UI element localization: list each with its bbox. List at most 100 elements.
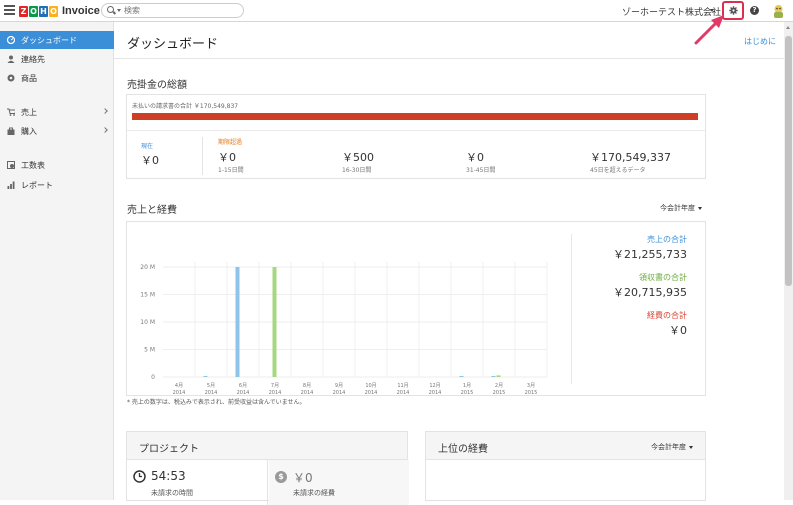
- bucket-1-15-value[interactable]: ￥0: [218, 149, 236, 165]
- top-bar: Z O H O Invoice ゾーホーテスト株式会社 ?: [0, 0, 793, 45]
- dashboard-icon: [7, 36, 15, 44]
- x-tick-label: 5月: [207, 383, 215, 389]
- unbilled-hours-label: 未請求の時間: [151, 489, 193, 497]
- scrollbar-thumb[interactable]: [785, 36, 792, 286]
- chevron-right-icon: [102, 108, 108, 114]
- receivables-bar[interactable]: [132, 113, 698, 120]
- person-icon: [7, 55, 15, 63]
- item-icon: [7, 74, 15, 82]
- unbilled-expenses[interactable]: $ ￥0 未請求の経費: [269, 460, 409, 505]
- bucket-16-30-value[interactable]: ￥500: [342, 149, 374, 165]
- sidebar-item-items[interactable]: 商品: [0, 69, 114, 87]
- receivables-title: 売掛金の総額: [127, 80, 187, 91]
- report-icon: [7, 181, 15, 189]
- x-tick-label: 2月: [495, 383, 503, 389]
- x-tick-label: 2014: [205, 390, 218, 396]
- search-scope-dropdown[interactable]: [117, 9, 121, 12]
- menu-icon[interactable]: [4, 5, 15, 15]
- product-name: Invoice: [62, 5, 100, 17]
- x-tick-label: 2014: [397, 390, 410, 396]
- sales-total-value: ￥21,255,733: [613, 248, 687, 261]
- scroll-up-icon[interactable]: [786, 26, 790, 29]
- logo-letter: O: [29, 5, 38, 17]
- period-label: 今会計年度: [660, 204, 695, 212]
- zoho-invoice-logo[interactable]: Z O H O Invoice: [19, 4, 100, 18]
- logo-letter: H: [39, 5, 48, 17]
- page-scrollbar[interactable]: [784, 22, 793, 500]
- chevron-down-icon: [698, 206, 702, 210]
- y-tick-label: 10 M: [140, 319, 155, 326]
- x-tick-label: 2014: [365, 390, 378, 396]
- sales-expenses-card: 05 M 10 M 15 M 20 M 4月 2014 5月 2014 6月 2014 7月 2014…: [126, 221, 706, 396]
- x-tick-label: 2015: [461, 390, 474, 396]
- top-expenses-period-dropdown[interactable]: 今会計年度: [651, 442, 693, 452]
- bar: [496, 375, 501, 377]
- sidebar: ダッシュボード 連絡先 商品 売上 購入 工数表 レポート: [0, 22, 114, 500]
- sidebar-item-label: ダッシュボード: [21, 35, 77, 45]
- projects-title: プロジェクト: [139, 444, 199, 455]
- sidebar-item-label: レポート: [21, 180, 53, 190]
- search-box[interactable]: [101, 3, 244, 18]
- logo-letter: O: [49, 5, 58, 17]
- search-icon[interactable]: [107, 6, 114, 13]
- bag-icon: [7, 127, 15, 135]
- dollar-icon: $: [275, 471, 287, 483]
- sidebar-item-dashboard[interactable]: ダッシュボード: [0, 31, 114, 49]
- top-expenses-title: 上位の経費: [438, 444, 488, 455]
- page-title: ダッシュボード: [127, 37, 219, 52]
- divider: [114, 58, 784, 59]
- receivables-card: 未払いの請求書の合計 ￥170,549,837 現在 ￥0 期限超過 ￥0 1-…: [126, 94, 706, 179]
- chevron-right-icon: [102, 127, 108, 133]
- bucket-31-45-label: 31-45日間: [466, 167, 496, 174]
- current-value[interactable]: ￥0: [141, 152, 159, 168]
- projects-card: プロジェクト 54:53 未請求の時間 $ ￥0 未請求の経費: [126, 431, 409, 505]
- y-tick-label: 15 M: [140, 292, 155, 299]
- bucket-over-45-value[interactable]: ￥170,549,337: [590, 149, 671, 165]
- expenses-total-label: 経費の合計: [647, 311, 687, 320]
- bucket-16-30-label: 16-30日間: [342, 167, 372, 174]
- sales-period-dropdown[interactable]: 今会計年度: [660, 203, 702, 213]
- chevron-down-icon[interactable]: [710, 9, 714, 12]
- sidebar-item-contacts[interactable]: 連絡先: [0, 50, 114, 68]
- bar: [459, 376, 464, 377]
- search-input[interactable]: [124, 5, 234, 16]
- x-tick-label: 2014: [173, 390, 186, 396]
- sidebar-item-sales[interactable]: 売上: [0, 103, 114, 121]
- x-tick-label: 2014: [269, 390, 282, 396]
- unbilled-hours-value: 54:53: [151, 469, 186, 483]
- chevron-down-icon: [689, 445, 693, 449]
- x-tick-label: 1月: [463, 383, 471, 389]
- top-expenses-card: 上位の経費 今会計年度: [425, 431, 706, 501]
- current-label: 現在: [141, 143, 154, 150]
- avatar[interactable]: [770, 2, 787, 19]
- sidebar-item-label: 連絡先: [21, 54, 45, 64]
- sidebar-item-label: 売上: [21, 107, 37, 117]
- sidebar-item-purchases[interactable]: 購入: [0, 122, 114, 140]
- bar: [272, 267, 277, 377]
- x-tick-label: 12月: [429, 383, 440, 389]
- sales-total-label: 売上の合計: [647, 235, 687, 244]
- divider: [571, 234, 572, 384]
- sidebar-item-label: 工数表: [21, 160, 45, 170]
- y-tick-label: 20 M: [140, 264, 155, 271]
- unbilled-expenses-label: 未請求の経費: [293, 489, 335, 497]
- sidebar-item-label: 購入: [21, 126, 37, 136]
- unbilled-expenses-value: ￥0: [293, 471, 313, 485]
- y-tick-label: 5 M: [144, 347, 155, 354]
- sidebar-item-reports[interactable]: レポート: [0, 176, 114, 194]
- help-icon[interactable]: ?: [750, 6, 759, 15]
- x-tick-label: 7月: [271, 383, 279, 389]
- sales-expenses-chart: 05 M10 M15 M20 M4月20145月20146月20147月2014…: [140, 262, 548, 396]
- period-label: 今会計年度: [651, 443, 686, 451]
- unbilled-hours[interactable]: 54:53 未請求の時間: [127, 460, 268, 505]
- receipts-total-label: 領収書の合計: [639, 273, 687, 282]
- x-tick-label: 9月: [335, 383, 343, 389]
- x-tick-label: 2015: [525, 390, 538, 396]
- x-tick-label: 6月: [239, 383, 247, 389]
- bucket-31-45-value[interactable]: ￥0: [466, 149, 484, 165]
- main-content: ダッシュボード はじめに 売掛金の総額 未払いの請求書の合計 ￥170,549,…: [114, 22, 784, 505]
- getting-started-link[interactable]: はじめに: [744, 36, 776, 47]
- y-tick-label: 0: [151, 374, 155, 381]
- x-tick-label: 2014: [333, 390, 346, 396]
- sidebar-item-timesheet[interactable]: 工数表: [0, 156, 114, 174]
